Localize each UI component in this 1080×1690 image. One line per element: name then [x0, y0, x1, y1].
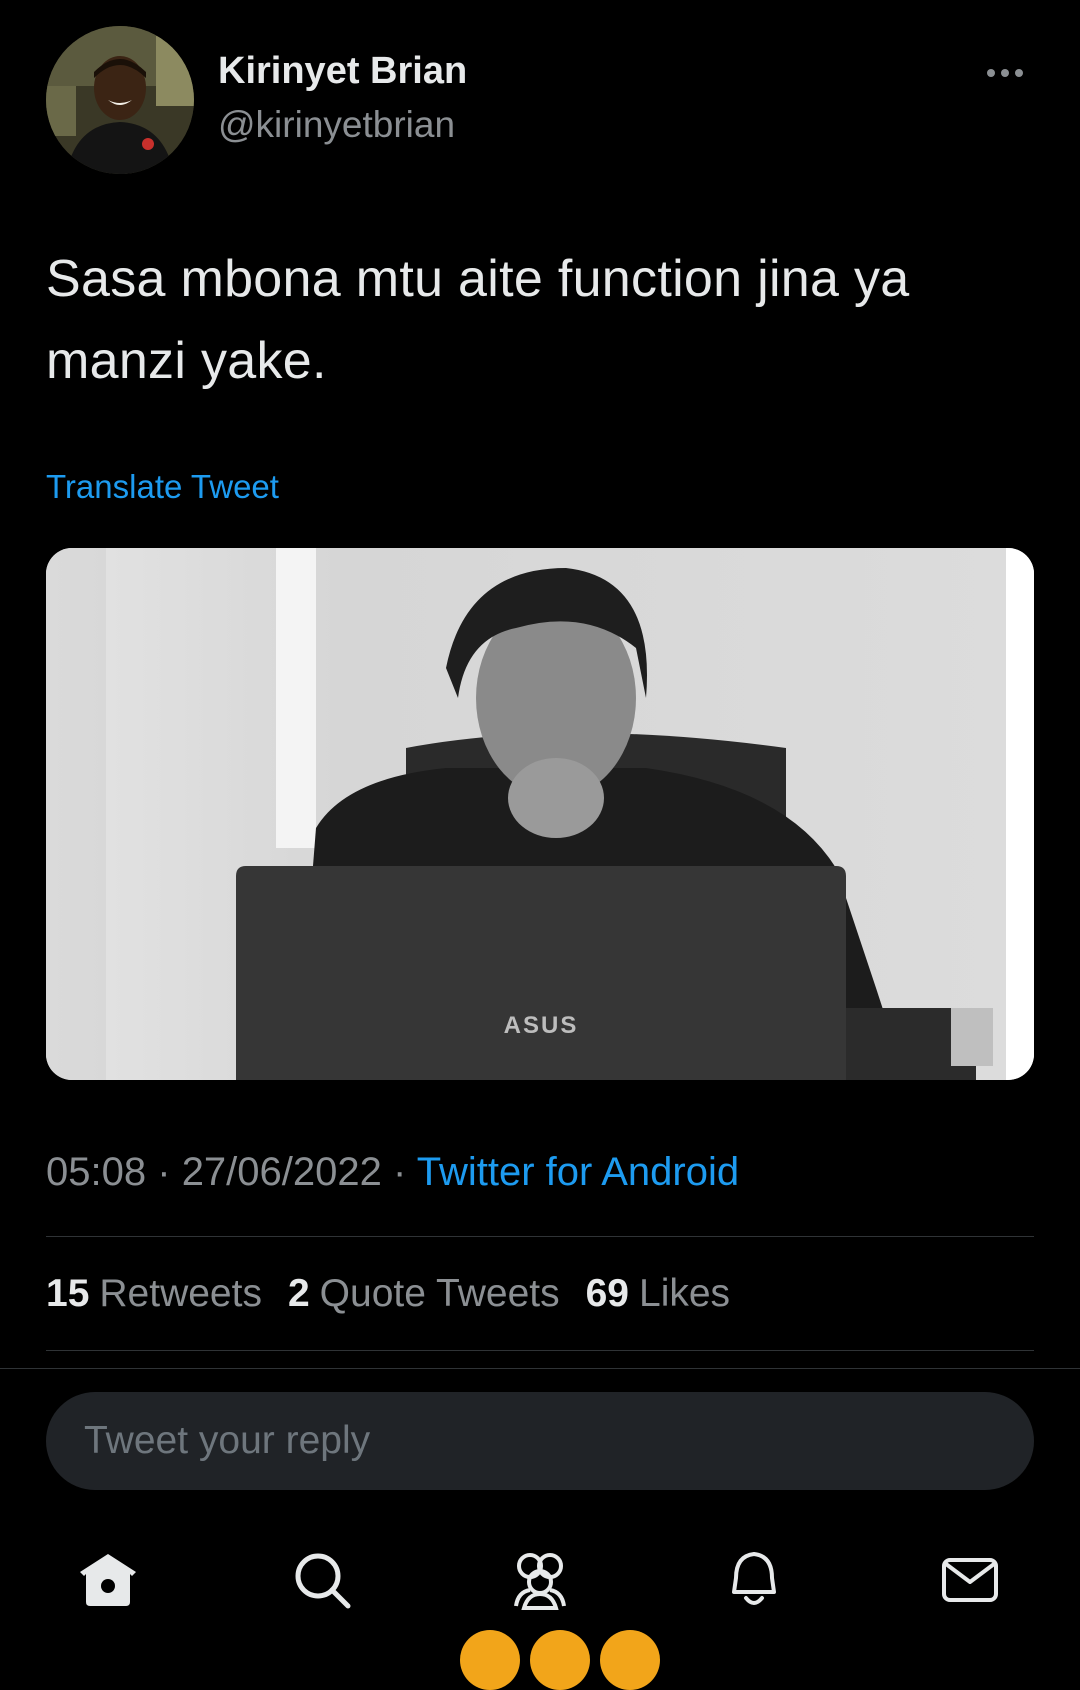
nav-communities-button[interactable] — [500, 1540, 580, 1620]
nav-notifications-button[interactable] — [714, 1540, 794, 1620]
author-handle[interactable]: @kirinyetbrian — [218, 104, 455, 146]
nav-messages-button[interactable] — [930, 1540, 1010, 1620]
partial-emoji-graphic — [460, 1630, 520, 1690]
reply-input[interactable] — [82, 1418, 1034, 1464]
translate-tweet-link[interactable]: Translate Tweet — [46, 468, 279, 506]
divider — [46, 1236, 1034, 1237]
author-avatar[interactable] — [46, 26, 194, 174]
tweet-time: 05:08 — [46, 1150, 147, 1194]
messages-icon — [942, 1558, 998, 1602]
retweets-stat[interactable]: 15 Retweets — [46, 1272, 262, 1316]
communities-icon — [514, 1553, 566, 1610]
quote-tweets-label: Quote Tweets — [319, 1272, 560, 1315]
tweet-stats: 15 Retweets 2 Quote Tweets 69 Likes — [46, 1272, 730, 1316]
nav-search-button[interactable] — [282, 1540, 362, 1620]
divider — [46, 1350, 1034, 1351]
retweets-count: 15 — [46, 1272, 90, 1315]
nav-home-button[interactable] — [68, 1540, 148, 1620]
tweet-text: Sasa mbona mtu aite function jina ya man… — [46, 250, 910, 390]
quote-tweets-stat[interactable]: 2 Quote Tweets — [288, 1272, 560, 1316]
media-brand-text: ASUS — [504, 1012, 579, 1039]
more-dots-icon — [987, 69, 1023, 77]
partial-emoji-graphic — [600, 1630, 660, 1690]
retweets-label: Retweets — [99, 1272, 262, 1315]
tweet-source-link[interactable]: Twitter for Android — [417, 1150, 739, 1194]
timestamp-separator: · — [157, 1150, 171, 1194]
more-options-button[interactable] — [980, 58, 1030, 88]
likes-stat[interactable]: 69 Likes — [586, 1272, 730, 1316]
notifications-icon — [732, 1552, 776, 1605]
divider — [0, 1368, 1080, 1369]
home-icon — [80, 1554, 136, 1606]
partial-emoji-graphic — [530, 1630, 590, 1690]
tweet-date: 27/06/2022 — [181, 1150, 382, 1194]
search-icon — [295, 1553, 351, 1609]
author-name[interactable]: Kirinyet Brian — [218, 50, 467, 93]
bottom-nav-bar — [0, 1540, 1080, 1645]
quote-tweets-count: 2 — [287, 1272, 310, 1315]
likes-count: 69 — [585, 1272, 629, 1315]
tweet-timestamp: 05:08 · 27/06/2022 · Twitter for Android — [46, 1150, 739, 1195]
timestamp-separator: · — [393, 1150, 407, 1194]
tweet-media-image[interactable]: ASUS — [46, 548, 1034, 1080]
likes-label: Likes — [639, 1272, 731, 1315]
reply-box[interactable] — [46, 1392, 1034, 1490]
